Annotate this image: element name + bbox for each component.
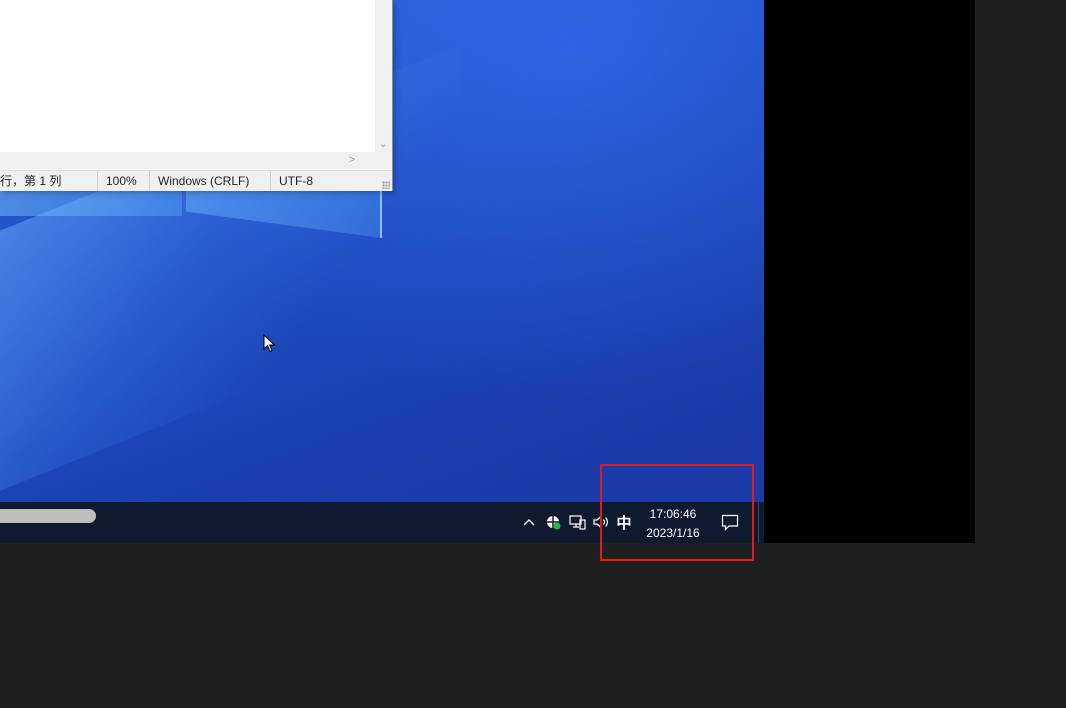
shield-icon[interactable] bbox=[544, 512, 562, 532]
status-encoding: UTF-8 bbox=[270, 171, 339, 191]
notepad-status-bar: 行，第 1 列 100% Windows (CRLF) UTF-8 bbox=[0, 170, 392, 191]
vertical-scrollbar[interactable]: ⌄ bbox=[375, 0, 392, 152]
status-line-ending: Windows (CRLF) bbox=[149, 171, 264, 191]
mouse-pointer-icon bbox=[263, 334, 276, 353]
status-zoom: 100% bbox=[97, 171, 150, 191]
show-desktop-button[interactable] bbox=[758, 502, 765, 543]
clock-highlight-box bbox=[600, 464, 754, 561]
resize-grip-icon[interactable] bbox=[382, 181, 390, 189]
remote-screen: ⌄ > 行，第 1 列 100% Windows (CRLF) UTF-8 中 … bbox=[0, 0, 975, 543]
horizontal-scrollbar[interactable]: > bbox=[0, 152, 375, 169]
notepad-text-area[interactable] bbox=[0, 0, 374, 152]
network-icon[interactable] bbox=[568, 512, 586, 532]
status-cursor-position: 行，第 1 列 bbox=[0, 174, 62, 188]
scrollbar-corner bbox=[375, 152, 392, 169]
chevron-up-icon[interactable] bbox=[520, 512, 538, 532]
wallpaper-window-pane bbox=[0, 190, 182, 216]
scroll-right-icon[interactable]: > bbox=[349, 154, 355, 166]
taskbar-app-button[interactable] bbox=[0, 509, 96, 523]
notepad-window[interactable]: ⌄ > 行，第 1 列 100% Windows (CRLF) UTF-8 bbox=[0, 0, 393, 191]
desktop-wallpaper[interactable]: ⌄ > 行，第 1 列 100% Windows (CRLF) UTF-8 bbox=[0, 0, 764, 502]
scroll-down-icon[interactable]: ⌄ bbox=[379, 139, 387, 150]
